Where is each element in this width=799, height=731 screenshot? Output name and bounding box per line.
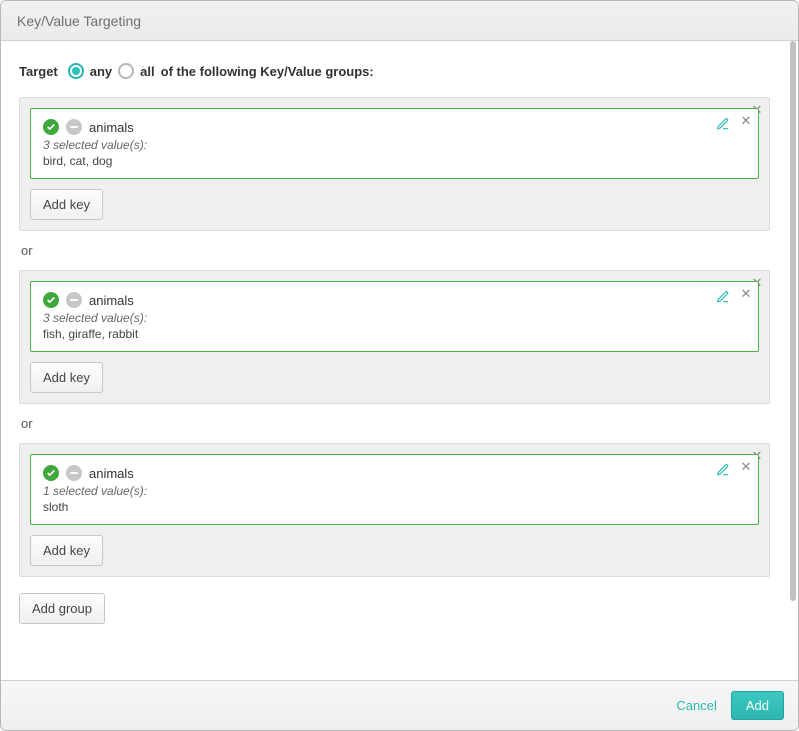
key-name: animals bbox=[89, 120, 134, 135]
kv-group: ✕ ✕ animals 3 selected value(s): fish, bbox=[19, 270, 770, 404]
dialog-header: Key/Value Targeting bbox=[1, 1, 798, 41]
selected-count: 1 selected value(s): bbox=[43, 484, 746, 498]
selected-count: 3 selected value(s): bbox=[43, 138, 746, 152]
key-head: animals bbox=[43, 292, 746, 308]
value-list: sloth bbox=[43, 500, 746, 514]
close-icon[interactable]: ✕ bbox=[738, 459, 754, 475]
radio-all[interactable] bbox=[118, 63, 134, 79]
close-icon[interactable]: ✕ bbox=[738, 286, 754, 302]
radio-any-label: any bbox=[90, 64, 112, 79]
minus-icon[interactable] bbox=[66, 119, 82, 135]
cancel-button[interactable]: Cancel bbox=[676, 698, 716, 713]
key-name: animals bbox=[89, 293, 134, 308]
key-card: ✕ animals 3 selected value(s): fish, gir… bbox=[30, 281, 759, 352]
add-key-button[interactable]: Add key bbox=[30, 535, 103, 566]
minus-icon[interactable] bbox=[66, 465, 82, 481]
key-head: animals bbox=[43, 465, 746, 481]
value-list: fish, giraffe, rabbit bbox=[43, 327, 746, 341]
radio-all-label: all bbox=[140, 64, 154, 79]
key-name: animals bbox=[89, 466, 134, 481]
scrollbar-track[interactable] bbox=[788, 41, 798, 680]
pencil-icon[interactable] bbox=[716, 290, 730, 309]
add-key-button[interactable]: Add key bbox=[30, 189, 103, 220]
minus-icon[interactable] bbox=[66, 292, 82, 308]
check-icon[interactable] bbox=[43, 465, 59, 481]
scrollbar-thumb[interactable] bbox=[790, 41, 796, 601]
add-key-button[interactable]: Add key bbox=[30, 362, 103, 393]
pencil-icon[interactable] bbox=[716, 117, 730, 136]
radio-any[interactable] bbox=[68, 63, 84, 79]
dialog-footer: Cancel Add bbox=[1, 680, 798, 730]
value-list: bird, cat, dog bbox=[43, 154, 746, 168]
key-card: ✕ animals 3 selected value(s): bird, cat… bbox=[30, 108, 759, 179]
pencil-icon[interactable] bbox=[716, 463, 730, 482]
key-card: ✕ animals 1 selected value(s): sloth bbox=[30, 454, 759, 525]
key-head: animals bbox=[43, 119, 746, 135]
dialog-title: Key/Value Targeting bbox=[17, 13, 141, 29]
target-label: Target bbox=[19, 64, 58, 79]
dialog-body: Target any all of the following Key/Valu… bbox=[1, 41, 788, 680]
kv-group: ✕ ✕ animals 3 selected value(s): bird, bbox=[19, 97, 770, 231]
dialog-body-wrap: Target any all of the following Key/Valu… bbox=[1, 41, 798, 680]
check-icon[interactable] bbox=[43, 119, 59, 135]
target-line: Target any all of the following Key/Valu… bbox=[19, 63, 770, 79]
group-separator: or bbox=[21, 243, 770, 258]
target-tail: of the following Key/Value groups: bbox=[161, 64, 374, 79]
dialog: Key/Value Targeting Target any all of th… bbox=[0, 0, 799, 731]
kv-group: ✕ ✕ animals 1 selected value(s): sloth bbox=[19, 443, 770, 577]
close-icon[interactable]: ✕ bbox=[738, 113, 754, 129]
group-separator: or bbox=[21, 416, 770, 431]
check-icon[interactable] bbox=[43, 292, 59, 308]
add-button[interactable]: Add bbox=[731, 691, 784, 720]
selected-count: 3 selected value(s): bbox=[43, 311, 746, 325]
add-group-button[interactable]: Add group bbox=[19, 593, 105, 624]
